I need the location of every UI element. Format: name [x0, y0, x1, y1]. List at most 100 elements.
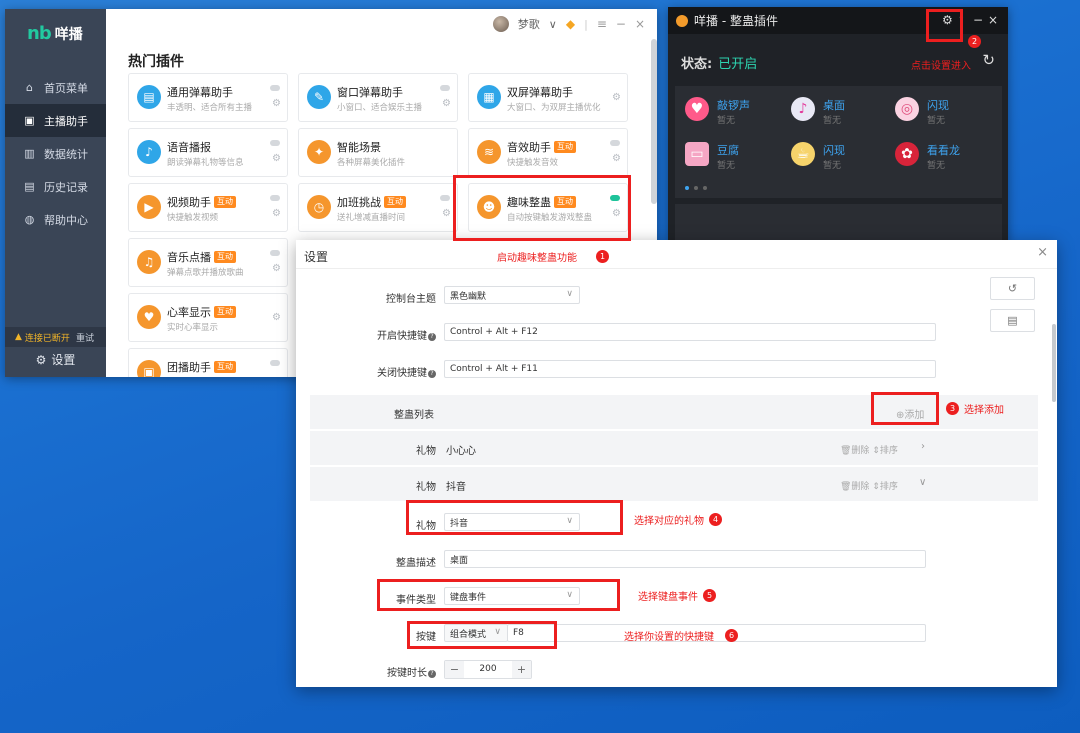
row-value: 抖音: [446, 482, 466, 493]
plugin-toggle[interactable]: [440, 195, 450, 201]
scrollbar[interactable]: [1052, 324, 1056, 402]
sidebar-item-help[interactable]: ◍ 帮助中心: [5, 203, 106, 236]
settings-button[interactable]: ⚙ 设置: [5, 351, 106, 368]
theme-select[interactable]: 黑色幽默 ∨: [444, 286, 580, 304]
vip-gem-icon[interactable]: ◆: [566, 17, 575, 31]
row-actions[interactable]: 🗑删除 ⇕排序: [840, 479, 898, 492]
minimize-icon[interactable]: −: [616, 17, 626, 31]
plugin-toggle[interactable]: [270, 195, 280, 201]
highlight-box-4: [406, 500, 623, 535]
decrement-button[interactable]: −: [445, 661, 464, 678]
duration-value[interactable]: 200: [464, 661, 512, 678]
plugin-card[interactable]: ♥ 心率显示 互动 实时心率显示 ⚙: [128, 293, 288, 342]
list-item[interactable]: 礼物 小心心 🗑删除 ⇕排序 ›: [310, 431, 1038, 465]
sidebar-item-label: 首页菜单: [44, 81, 88, 95]
plugin-card[interactable]: ▦ 双屏弹幕助手 大窗口、为双屏主播优化 ⚙: [468, 73, 628, 122]
interactive-badge: 互动: [554, 141, 576, 153]
gift-item[interactable]: ◎ 闪现 暂无: [889, 94, 989, 130]
annotation-text: 选择对应的礼物: [634, 516, 704, 527]
page-dot[interactable]: [694, 186, 698, 190]
avatar[interactable]: [492, 16, 509, 32]
gift-item[interactable]: ☕ 闪现 暂无: [785, 139, 885, 175]
sidebar-item-streamer-assistant[interactable]: ▣ 主播助手: [5, 104, 106, 137]
gear-icon[interactable]: ⚙: [272, 153, 281, 164]
gift-item[interactable]: ✿ 看看龙 暂无: [889, 139, 989, 175]
dual-screen-icon: ▦: [477, 85, 501, 109]
sidebar-item-statistics[interactable]: ▥ 数据统计: [5, 137, 106, 170]
gift-sub: 暂无: [927, 161, 946, 171]
app-logo: nb 咩播: [27, 23, 83, 44]
gear-icon[interactable]: ⚙: [272, 312, 281, 323]
page-dot[interactable]: [685, 186, 689, 190]
plugin-card[interactable]: ✎ 窗口弹幕助手 小窗口、适合娱乐主播 ⚙: [298, 73, 458, 122]
duration-stepper[interactable]: − 200 +: [444, 660, 532, 679]
close-icon[interactable]: ×: [1037, 245, 1048, 260]
chevron-down-icon[interactable]: ∨: [549, 18, 557, 31]
gear-icon[interactable]: ⚙: [612, 153, 621, 164]
gear-icon[interactable]: ⚙: [272, 263, 281, 274]
page-dot[interactable]: [703, 186, 707, 190]
plugin-card[interactable]: ▶ 视频助手 互动 快捷触发视频 ⚙: [128, 183, 288, 232]
plugin-desc: 弹幕点歌并播放歌曲: [167, 268, 244, 278]
plugin-card[interactable]: ▤ 通用弹幕助手 丰透明、适合所有主播 ⚙: [128, 73, 288, 122]
plugin-toggle[interactable]: [270, 140, 280, 146]
reset-button[interactable]: ↺: [990, 277, 1035, 300]
gear-icon[interactable]: ⚙: [442, 208, 451, 219]
gear-icon[interactable]: ⚙: [612, 92, 621, 103]
gear-icon[interactable]: ⚙: [442, 98, 451, 109]
desc-input[interactable]: 桌面: [444, 550, 926, 568]
chevron-down-icon[interactable]: ∨: [919, 477, 926, 488]
undo-icon: ↺: [1007, 282, 1018, 295]
annotation-number: 5: [703, 589, 716, 602]
annotation-number: 2: [968, 35, 981, 48]
scrollbar[interactable]: [651, 39, 657, 204]
tiktok-gift-icon: ♪: [791, 97, 815, 121]
magic-wand-icon: ✦: [307, 140, 331, 164]
refresh-icon[interactable]: ↻: [982, 51, 995, 69]
gift-item[interactable]: ♪ 桌面 暂无: [785, 94, 885, 130]
plugin-desc: 朗读弹幕礼物等信息: [167, 158, 244, 168]
plugin-toggle[interactable]: [270, 250, 280, 256]
sidebar-item-history[interactable]: ▤ 历史记录: [5, 170, 106, 203]
app-topbar: 梦歌 ∨ ◆ | ≡ − ×: [106, 9, 657, 39]
gear-icon[interactable]: ⚙: [272, 98, 281, 109]
desc-label: 整蛊描述: [396, 558, 436, 569]
chevron-right-icon[interactable]: ›: [921, 441, 925, 452]
user-name[interactable]: 梦歌: [518, 16, 540, 32]
plugin-card[interactable]: ◷ 加班挑战 互动 送礼增减直播时间 ⚙: [298, 183, 458, 232]
list-item[interactable]: 礼物 抖音 🗑删除 ⇕排序 ∨: [310, 467, 1038, 501]
sidebar-item-home[interactable]: ⌂ 首页菜单: [5, 71, 106, 104]
open-hotkey-input[interactable]: Control + Alt + F12: [444, 323, 936, 341]
plugin-card[interactable]: ▣ 团播助手 互动: [128, 348, 288, 377]
plugin-name: 语音播报: [167, 141, 211, 154]
close-icon[interactable]: ×: [988, 13, 998, 27]
gift-item[interactable]: ♥ 敲锣声 暂无: [679, 94, 779, 130]
plugin-window-title: 咩播 - 整蛊插件: [694, 14, 778, 28]
annotation-number: 3: [946, 402, 959, 415]
sound-wave-icon: ≋: [477, 140, 501, 164]
increment-button[interactable]: +: [512, 661, 531, 678]
pagination-dots[interactable]: [685, 186, 707, 190]
menu-icon[interactable]: ≡: [597, 17, 607, 31]
gift-name: 桌面: [823, 99, 845, 112]
plugin-toggle[interactable]: [270, 85, 280, 91]
plugin-card[interactable]: ✦ 智能场景 各种屏幕美化插件: [298, 128, 458, 177]
plugin-card[interactable]: ≋ 音效助手 互动 快捷触发音效 ⚙: [468, 128, 628, 177]
gear-icon[interactable]: ⚙: [272, 208, 281, 219]
theme-label: 控制台主题: [386, 294, 436, 305]
plugin-toggle[interactable]: [610, 140, 620, 146]
close-icon[interactable]: ×: [635, 17, 645, 31]
plugin-card[interactable]: ♫ 音乐点播 互动 弹幕点歌并播放歌曲 ⚙: [128, 238, 288, 287]
plugin-toggle[interactable]: [440, 85, 450, 91]
minimize-icon[interactable]: −: [973, 13, 983, 27]
save-button[interactable]: ▤: [990, 309, 1035, 332]
row-actions[interactable]: 🗑删除 ⇕排序: [840, 443, 898, 456]
retry-link[interactable]: 重试: [76, 331, 94, 344]
close-hotkey-input[interactable]: Control + Alt + F11: [444, 360, 936, 378]
plugin-card[interactable]: ♪ 语音播报 朗读弹幕礼物等信息 ⚙: [128, 128, 288, 177]
status-label: 状态:: [681, 57, 713, 72]
plugin-toggle[interactable]: [270, 360, 280, 366]
help-icon: ?: [428, 670, 436, 678]
status: 状态: 已开启: [681, 53, 757, 72]
gift-item[interactable]: ▭ 豆腐 暂无: [679, 139, 779, 175]
